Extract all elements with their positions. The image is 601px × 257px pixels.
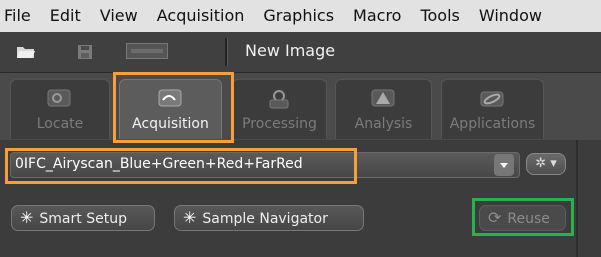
menu-view[interactable]: View [88,0,138,32]
sparkle-icon: ✳ [183,208,197,227]
gear-icon: ✲ ▾ [535,156,557,171]
experiment-options-button[interactable]: ✲ ▾ [526,153,566,175]
menu-edit[interactable]: Edit [38,0,81,32]
tab-processing[interactable]: Processing [232,79,327,139]
tab-label-applications: Applications [449,116,536,132]
tab-locate[interactable]: Locate [10,79,110,139]
tab-label-processing: Processing [242,116,317,132]
tab-analysis[interactable]: Analysis [335,79,432,139]
analysis-icon [371,89,394,107]
image-document-name[interactable]: New Image [245,41,335,60]
processing-icon [269,90,288,109]
menu-macro[interactable]: Macro [341,0,401,32]
highlight-acquisition-tab [113,72,234,143]
smart-setup-label: Smart Setup [39,211,127,227]
chevron-down-icon[interactable] [494,154,514,176]
sample-navigator-label: Sample Navigator [202,211,328,227]
tab-applications[interactable]: Applications [441,79,544,139]
menu-tools[interactable]: Tools [408,0,459,32]
folder-open-icon[interactable] [16,44,36,63]
menu-bar: File Edit View Acquisition Graphics Macr… [0,0,601,32]
panel-edge [576,140,578,257]
locate-icon [47,89,71,107]
highlight-reuse-button [472,198,574,236]
image-size-icon[interactable] [126,43,168,63]
menu-graphics[interactable]: Graphics [251,0,334,32]
sample-navigator-button[interactable]: ✳ Sample Navigator [174,205,364,231]
highlight-experiment-select [5,148,357,184]
applications-icon [480,91,503,107]
save-icon[interactable] [78,44,92,63]
toolbar: New Image [0,32,601,73]
tab-label-locate: Locate [36,116,84,132]
tab-bar: Locate Acquisition Processing Analysis A… [0,73,601,140]
smart-setup-button[interactable]: ✳ Smart Setup [11,205,155,231]
menu-file[interactable]: File [0,0,31,32]
tab-label-analysis: Analysis [354,116,413,132]
menu-acquisition[interactable]: Acquisition [145,0,245,32]
menu-window[interactable]: Window [467,0,542,32]
sparkle-icon: ✳ [20,208,34,227]
toolbar-divider [225,38,228,66]
